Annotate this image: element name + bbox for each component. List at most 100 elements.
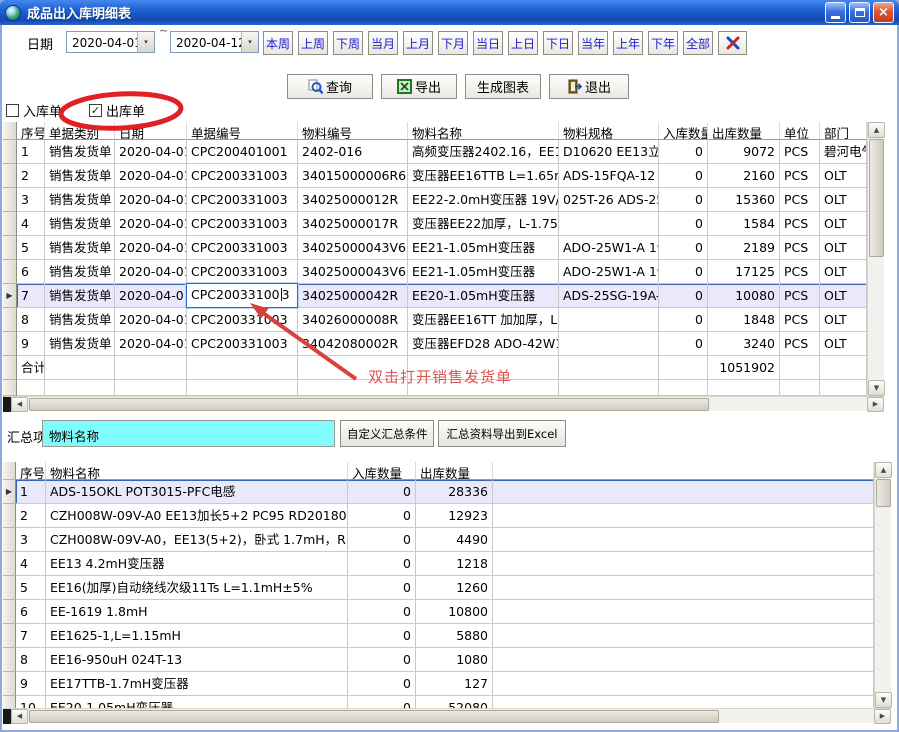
cell[interactable]: PCS (780, 212, 820, 236)
cell[interactable]: CPC200331003 (187, 164, 298, 188)
cell[interactable]: 2020-04-01 (115, 164, 187, 188)
cell[interactable]: 34015000006R62 (298, 164, 408, 188)
cell[interactable]: 变压器EE22加厚，L-1.75m (408, 212, 559, 236)
cell[interactable]: 0 (348, 624, 416, 648)
detail-table-hscrollbar[interactable]: ◀ ▶ (3, 396, 884, 411)
cell[interactable]: CPC200331003 (187, 212, 298, 236)
row-selector[interactable]: ▶ (3, 480, 16, 504)
cell[interactable]: 0 (348, 672, 416, 696)
hscroll-thumb[interactable] (29, 710, 719, 723)
cell[interactable]: 34025000042R (298, 284, 408, 308)
cell[interactable]: 5880 (416, 624, 493, 648)
cell[interactable]: ADO-25W1-A 19(X (559, 236, 659, 260)
column-header[interactable]: 物料规格 (559, 122, 659, 140)
cell[interactable]: 5 (16, 576, 46, 600)
range-button[interactable]: 上日 (508, 31, 538, 55)
summary-field[interactable]: 物料名称 (42, 420, 335, 447)
cell[interactable]: 0 (659, 308, 708, 332)
summary-export-button[interactable]: 汇总资料导出到Excel (438, 420, 566, 447)
row-selector[interactable] (3, 236, 17, 260)
cell[interactable]: 0 (348, 504, 416, 528)
row-selector[interactable] (3, 332, 17, 356)
cell[interactable]: CPC200331003 (187, 236, 298, 260)
chevron-down-icon[interactable]: ▾ (137, 32, 154, 52)
cell[interactable]: 0 (348, 576, 416, 600)
hscroll-thumb[interactable] (29, 398, 709, 411)
cell[interactable]: 0 (348, 528, 416, 552)
cell[interactable]: 34025000012R (298, 188, 408, 212)
cell[interactable]: 0 (659, 332, 708, 356)
column-header[interactable]: 入库数量 (659, 122, 708, 140)
column-header[interactable]: 出库数量 (708, 122, 780, 140)
cell[interactable]: OLT (820, 332, 867, 356)
cell[interactable]: ADO-25W1-A 19(X (559, 260, 659, 284)
cell[interactable]: 0 (348, 480, 416, 504)
cell[interactable]: 0 (659, 284, 708, 308)
cell[interactable]: 2020-04-01 (115, 236, 187, 260)
cell[interactable]: 2020-04-01 (115, 332, 187, 356)
cell[interactable]: EE1625-1,L=1.15mH (46, 624, 348, 648)
cell[interactable]: EE22-2.0mH变压器 19V/1. (408, 188, 559, 212)
cell[interactable]: 5 (17, 236, 45, 260)
row-selector[interactable] (3, 212, 17, 236)
cell[interactable]: 0 (659, 140, 708, 164)
cell[interactable]: 变压器EE16TTB L=1.65mH (408, 164, 559, 188)
cell[interactable]: CPC200331003 (187, 284, 298, 308)
filter-tools-button[interactable] (718, 31, 747, 55)
cell[interactable]: 销售发货单 (45, 140, 115, 164)
exit-button[interactable]: 退出 (549, 74, 629, 99)
cell[interactable]: EE16-950uH 024T-13 (46, 648, 348, 672)
cell[interactable]: 10800 (416, 600, 493, 624)
cell[interactable]: 3 (16, 528, 46, 552)
cell[interactable]: 28336 (416, 480, 493, 504)
inbound-checkbox[interactable]: 入库单 (6, 101, 62, 120)
cell[interactable]: 2 (16, 504, 46, 528)
cell[interactable]: 9 (17, 332, 45, 356)
column-header[interactable]: 序号 (16, 462, 46, 480)
cell[interactable]: 0 (659, 236, 708, 260)
chart-button[interactable]: 生成图表 (465, 74, 541, 99)
row-selector[interactable] (3, 648, 16, 672)
row-selector[interactable] (3, 260, 17, 284)
column-header[interactable]: 物料编号 (298, 122, 408, 140)
column-header[interactable]: 物料名称 (46, 462, 348, 480)
cell[interactable]: ADS-15OKL POT3015-PFC电感 (46, 480, 348, 504)
vscroll-thumb[interactable] (869, 139, 884, 257)
cell[interactable]: 34026000008R (298, 308, 408, 332)
cell[interactable]: 10080 (708, 284, 780, 308)
cell[interactable]: 2 (17, 164, 45, 188)
cell[interactable]: 2020-04-01 (115, 260, 187, 284)
cell[interactable]: EE16(加厚)自动绕线次级11Ts L=1.1mH±5% (46, 576, 348, 600)
column-header[interactable]: 物料名称 (408, 122, 559, 140)
cell[interactable]: OLT (820, 212, 867, 236)
row-selector[interactable] (3, 600, 16, 624)
table-row[interactable]: 4销售发货单2020-04-01CPC20033100334025000017R… (3, 212, 884, 236)
scroll-up-button[interactable]: ▲ (875, 462, 892, 478)
cell[interactable]: 碧河电气 (820, 140, 867, 164)
cell[interactable]: OLT (820, 284, 867, 308)
table-row[interactable]: 4EE13 4.2mH变压器01218 (3, 552, 891, 576)
range-button[interactable]: 上周 (298, 31, 328, 55)
cell[interactable]: 4490 (416, 528, 493, 552)
cell[interactable]: 2189 (708, 236, 780, 260)
cell[interactable]: 7 (16, 624, 46, 648)
cell[interactable]: 1584 (708, 212, 780, 236)
column-header[interactable]: 单据类别 (45, 122, 115, 140)
row-selector[interactable] (3, 140, 17, 164)
cell[interactable]: 17125 (708, 260, 780, 284)
cell[interactable]: PCS (780, 236, 820, 260)
export-button[interactable]: 导出 (381, 74, 457, 99)
range-button[interactable]: 下年 (648, 31, 678, 55)
cell[interactable]: 2160 (708, 164, 780, 188)
cell[interactable]: 1 (17, 140, 45, 164)
cell[interactable]: 0 (659, 188, 708, 212)
cell[interactable]: OLT (820, 188, 867, 212)
row-selector[interactable] (3, 624, 16, 648)
table-row[interactable]: 6EE-1619 1.8mH010800 (3, 600, 891, 624)
cell[interactable]: PCS (780, 140, 820, 164)
maximize-button[interactable] (849, 2, 870, 23)
table-row[interactable]: 9EE17TTB-1.7mH变压器0127 (3, 672, 891, 696)
scroll-right-button[interactable]: ▶ (874, 709, 891, 724)
cell[interactable]: CPC200331003 (187, 332, 298, 356)
scroll-left-button[interactable]: ◀ (11, 397, 28, 412)
